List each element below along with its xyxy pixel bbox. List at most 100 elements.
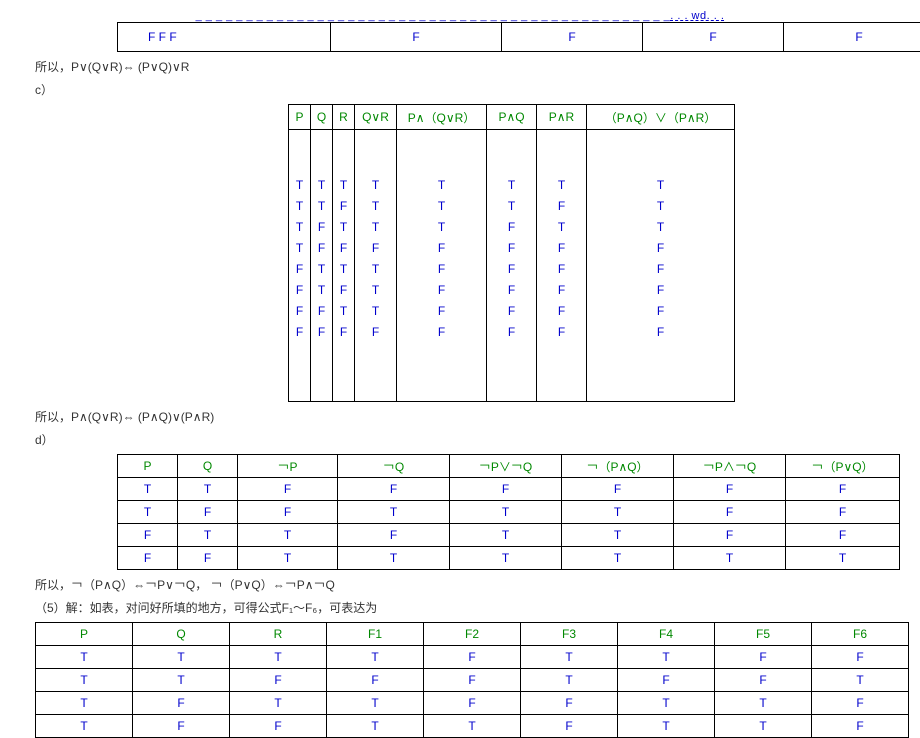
cell: T [674,547,786,570]
cell: T [424,715,521,738]
cell: T [618,692,715,715]
cell: T [36,646,133,669]
cell: F [487,216,537,237]
cell: F [238,478,338,501]
cell: F [397,237,487,258]
th: F5 [715,623,812,646]
cell: T [587,195,735,216]
wd-link[interactable]: . . . wd. . . [670,10,724,22]
frag-cell: F [784,23,920,52]
cell: F [178,547,238,570]
cell: F [521,692,618,715]
cell: T [178,478,238,501]
cell: T [355,279,397,300]
cell: F [674,478,786,501]
cell: F [537,321,587,342]
frag-cell: F [502,23,643,52]
cell: F [487,300,537,321]
th: F3 [521,623,618,646]
cell: F [333,195,355,216]
cell: F [118,524,178,547]
cell: F [424,669,521,692]
cell: F [327,669,424,692]
cell: T [450,501,562,524]
cell: T [587,216,735,237]
cell: T [36,669,133,692]
cell: F [311,216,333,237]
cell: F [786,524,900,547]
cell: T [487,195,537,216]
cell: F [812,715,909,738]
cell: F [537,195,587,216]
cell: F [397,258,487,279]
cell: T [238,547,338,570]
cell: T [327,646,424,669]
th: Q [311,105,333,130]
cell: T [355,195,397,216]
cell: T [715,692,812,715]
cell: F [397,321,487,342]
label-c: c） [35,81,920,98]
cell: F [311,300,333,321]
cell: F [487,321,537,342]
cell: F [118,547,178,570]
frag-cell: F F F [118,23,331,52]
cell: T [178,524,238,547]
cell: T [327,692,424,715]
cell: F [311,321,333,342]
cell: T [230,692,327,715]
cell: F [238,501,338,524]
cell: T [338,501,450,524]
cell: T [537,174,587,195]
cell: T [521,646,618,669]
cell: F [812,692,909,715]
cell: F [355,237,397,258]
th: F6 [812,623,909,646]
cell: T [562,501,674,524]
cell: F [289,300,311,321]
truth-table-c: P Q R Q∨R P∧（Q∨R） P∧Q P∧R （P∧Q）∨（P∧R） TT… [288,104,735,402]
cell: F [674,524,786,547]
cell: T [311,174,333,195]
conclusion-1: 所以，P∨(Q∨R)⇔ (P∨Q)∨R [35,58,920,75]
cell: F [587,237,735,258]
cell: T [333,174,355,195]
problem-5: （5）解：如表，对问好所填的地方，可得公式F₁～F₆，可表达为 [35,599,920,616]
cell: F [133,692,230,715]
th: Q∨R [355,105,397,130]
cell: F [133,715,230,738]
th: P [36,623,133,646]
conclusion-3: 所以，￢（P∧Q）⇔￢P∨￢Q， ￢（P∨Q）⇔￢P∧￢Q [35,576,920,593]
cell: F [289,321,311,342]
cell: F [424,646,521,669]
th: P [118,455,178,478]
table-fragment: F F F F F F F [117,22,920,52]
cell: T [36,715,133,738]
cell: T [355,258,397,279]
th: ￢P∨￢Q [450,455,562,478]
th: ￢Q [338,455,450,478]
cell: T [311,195,333,216]
cell: T [333,258,355,279]
cell: F [715,646,812,669]
th: ￢（P∧Q） [562,455,674,478]
cell: F [487,237,537,258]
cell: T [450,547,562,570]
cell: F [618,669,715,692]
cell: F [487,258,537,279]
cell: T [289,237,311,258]
cell: F [397,300,487,321]
cell: F [537,279,587,300]
cell: F [424,692,521,715]
cell: T [715,715,812,738]
cell: T [327,715,424,738]
frag-cell: F [643,23,784,52]
cell: F [786,478,900,501]
cell: T [333,300,355,321]
label-d: d） [35,431,920,448]
cell: T [786,547,900,570]
cell: T [487,174,537,195]
cell: F [311,237,333,258]
th: R [333,105,355,130]
cell: F [450,478,562,501]
